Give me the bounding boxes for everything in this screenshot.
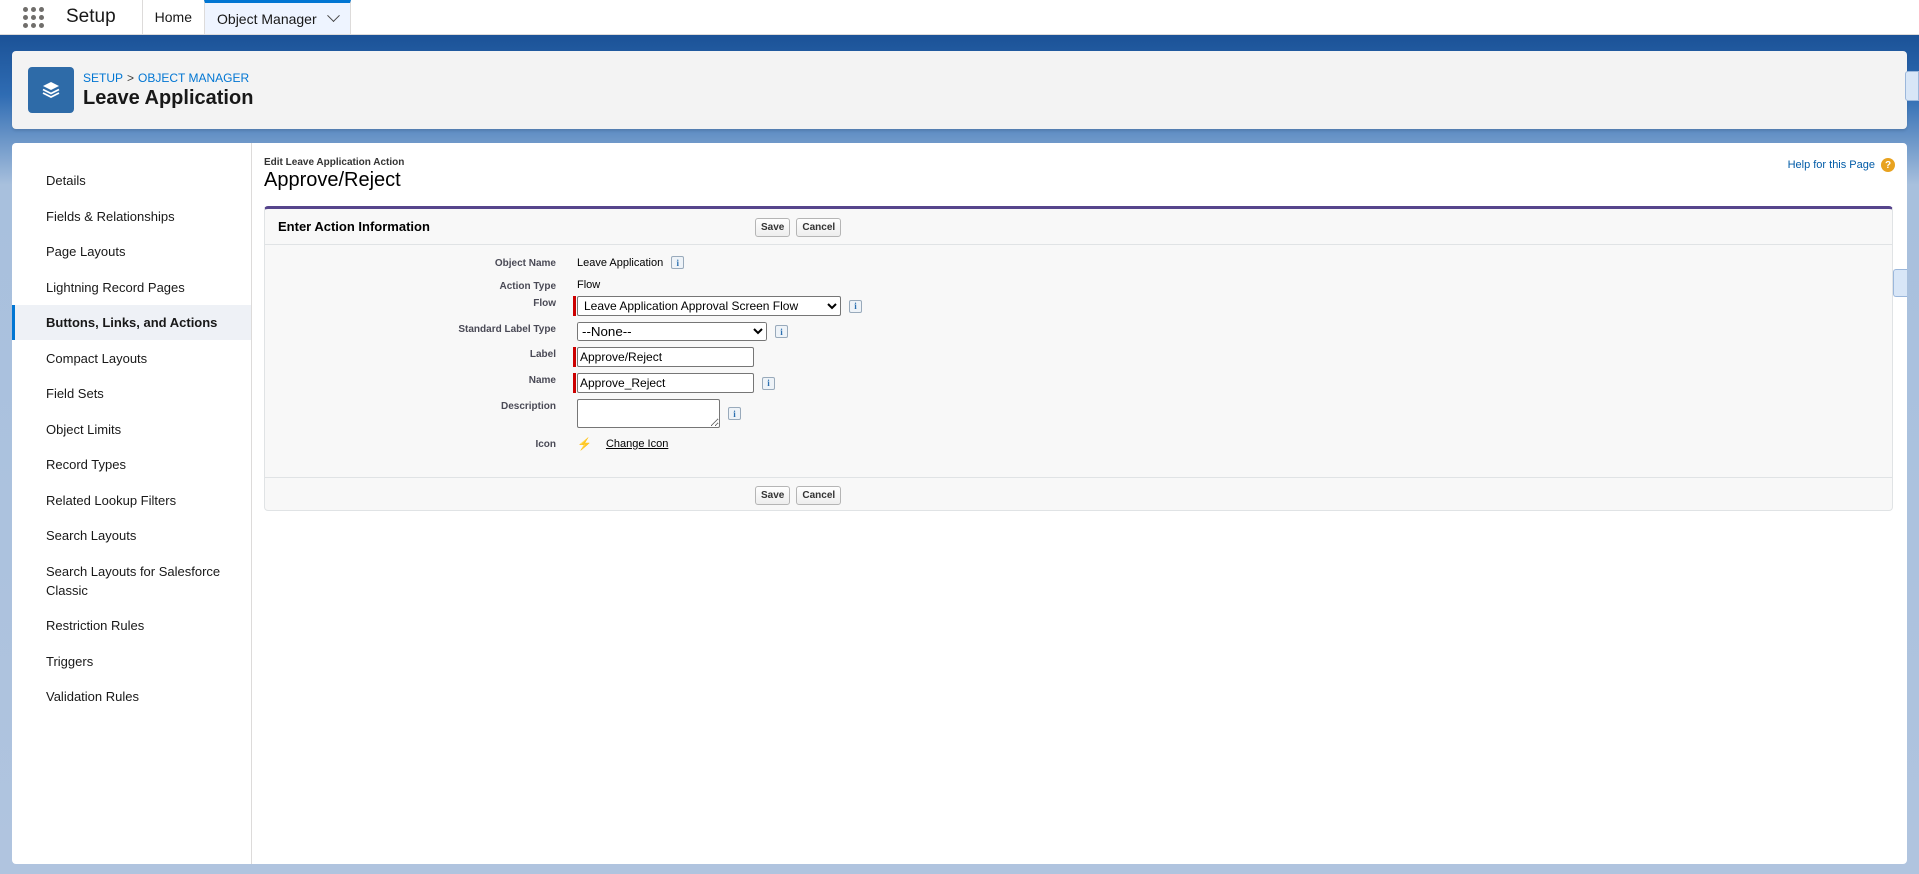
sidebar-item-page-layouts[interactable]: Page Layouts bbox=[12, 234, 251, 269]
main-panel: Details Fields & Relationships Page Layo… bbox=[12, 143, 1907, 864]
standard-label-type-label: Standard Label Type bbox=[458, 324, 556, 335]
name-input[interactable] bbox=[577, 373, 754, 393]
flow-label: Flow bbox=[533, 298, 556, 309]
side-panel-handle[interactable] bbox=[1893, 269, 1907, 297]
app-name: Setup bbox=[66, 6, 116, 27]
help-icon: ? bbox=[1881, 158, 1895, 172]
sidebar-item-related-lookup-filters[interactable]: Related Lookup Filters bbox=[12, 483, 251, 518]
description-row: Description i bbox=[265, 399, 741, 428]
save-button-top[interactable]: Save bbox=[755, 218, 791, 237]
object-header: SETUP > OBJECT MANAGER Leave Application bbox=[12, 51, 1919, 129]
nav-tab-object-manager-label: Object Manager bbox=[217, 10, 317, 27]
info-icon[interactable]: i bbox=[671, 256, 685, 269]
sidebar-item-restriction-rules[interactable]: Restriction Rules bbox=[12, 608, 251, 643]
standard-label-type-select[interactable]: --None-- bbox=[577, 322, 767, 341]
save-button-bottom[interactable]: Save bbox=[755, 486, 791, 505]
label-input[interactable] bbox=[577, 347, 754, 367]
action-type-label: Action Type bbox=[499, 281, 556, 292]
page-title: Leave Application bbox=[83, 86, 254, 109]
sidebar-item-validation-rules[interactable]: Validation Rules bbox=[12, 679, 251, 714]
breadcrumb-separator: > bbox=[127, 70, 135, 85]
info-icon[interactable]: i bbox=[728, 407, 741, 420]
info-icon[interactable]: i bbox=[775, 325, 788, 338]
sidebar-item-compact-layouts[interactable]: Compact Layouts bbox=[12, 341, 251, 376]
layers-icon bbox=[28, 67, 74, 113]
required-indicator bbox=[573, 347, 576, 367]
standard-label-type-row: Standard Label Type --None-- i bbox=[265, 322, 788, 341]
cancel-button-top[interactable]: Cancel bbox=[796, 218, 842, 237]
sidebar-item-search-layouts-classic[interactable]: Search Layouts for Salesforce Classic bbox=[12, 554, 251, 608]
sidebar-item-lightning-record-pages[interactable]: Lightning Record Pages bbox=[12, 270, 251, 305]
change-icon-link[interactable]: Change Icon bbox=[606, 438, 668, 450]
label-field-label: Label bbox=[529, 349, 556, 360]
lightning-bolt-icon: ⚡ bbox=[577, 437, 592, 451]
breadcrumb: SETUP > OBJECT MANAGER bbox=[83, 71, 253, 85]
sidebar-item-field-sets[interactable]: Field Sets bbox=[12, 376, 251, 411]
info-icon[interactable]: i bbox=[762, 376, 775, 390]
content-area: Edit Leave Application Action Approve/Re… bbox=[252, 143, 1907, 864]
icon-row: Icon ⚡ Change Icon bbox=[265, 437, 668, 451]
edit-action-title: Approve/Reject bbox=[264, 169, 401, 191]
description-textarea[interactable] bbox=[577, 399, 720, 428]
object-name-value: Leave Application bbox=[577, 256, 664, 269]
section-title: Enter Action Information bbox=[278, 219, 430, 234]
required-indicator bbox=[573, 296, 576, 316]
action-type-value: Flow bbox=[577, 279, 601, 291]
nav-tab-home-label: Home bbox=[154, 9, 193, 25]
edit-action-subtitle: Edit Leave Application Action bbox=[264, 157, 405, 168]
chevron-down-icon[interactable] bbox=[326, 9, 340, 23]
icon-label: Icon bbox=[535, 439, 556, 450]
app-launcher-icon[interactable] bbox=[0, 0, 66, 34]
global-nav-bar: Setup Home Object Manager bbox=[0, 0, 1919, 35]
label-row: Label bbox=[265, 347, 754, 367]
sidebar-item-search-layouts[interactable]: Search Layouts bbox=[12, 518, 251, 553]
sidebar-item-object-limits[interactable]: Object Limits bbox=[12, 412, 251, 447]
nav-tab-object-manager[interactable]: Object Manager bbox=[204, 0, 351, 34]
breadcrumb-object-manager[interactable]: OBJECT MANAGER bbox=[138, 71, 249, 85]
name-row: Name i bbox=[265, 373, 775, 393]
info-icon[interactable]: i bbox=[849, 299, 862, 313]
required-indicator bbox=[573, 373, 576, 393]
help-for-this-page-link[interactable]: Help for this Page ? bbox=[1788, 158, 1895, 172]
section-header: Enter Action Information Save Cancel bbox=[265, 209, 1892, 245]
sidebar-item-record-types[interactable]: Record Types bbox=[12, 447, 251, 482]
sidebar-item-buttons-links-actions[interactable]: Buttons, Links, and Actions bbox=[12, 305, 251, 340]
nav-tab-home[interactable]: Home bbox=[141, 0, 204, 34]
action-type-row: Action Type Flow bbox=[265, 279, 601, 292]
panel-toggle-handle[interactable] bbox=[1905, 71, 1919, 101]
flow-row: Flow Leave Application Approval Screen F… bbox=[265, 296, 862, 316]
object-manager-sidebar: Details Fields & Relationships Page Layo… bbox=[12, 143, 252, 864]
name-field-label: Name bbox=[528, 375, 556, 386]
breadcrumb-setup[interactable]: SETUP bbox=[83, 71, 123, 85]
action-information-section: Enter Action Information Save Cancel Obj… bbox=[264, 206, 1893, 511]
help-link-label: Help for this Page bbox=[1787, 159, 1875, 171]
object-name-label: Object Name bbox=[494, 258, 556, 269]
flow-select[interactable]: Leave Application Approval Screen Flow bbox=[577, 296, 841, 316]
sidebar-item-fields-relationships[interactable]: Fields & Relationships bbox=[12, 199, 251, 234]
sidebar-item-details[interactable]: Details bbox=[12, 163, 251, 198]
object-name-row: Object Name Leave Application i bbox=[265, 256, 685, 269]
section-footer: Save Cancel bbox=[265, 477, 1892, 510]
description-label: Description bbox=[500, 401, 556, 412]
cancel-button-bottom[interactable]: Cancel bbox=[796, 486, 842, 505]
sidebar-item-triggers[interactable]: Triggers bbox=[12, 644, 251, 679]
